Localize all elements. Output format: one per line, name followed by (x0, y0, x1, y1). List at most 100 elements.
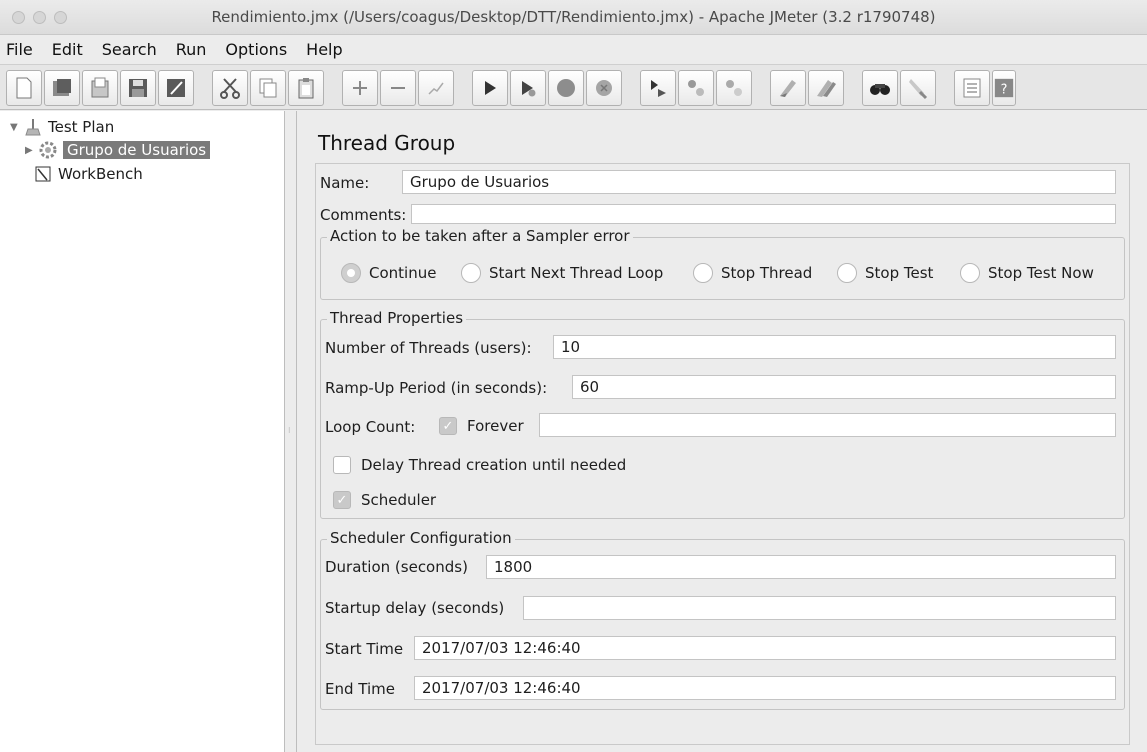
tree-node-test-plan-label: Test Plan (48, 118, 115, 136)
collapse-button[interactable] (380, 70, 416, 106)
radio-continue-dot[interactable] (341, 263, 361, 283)
tree-collapsed-arrow-icon[interactable]: ▶ (25, 145, 37, 156)
radio-start-next-thread-loop-dot[interactable] (461, 263, 481, 283)
name-input[interactable] (402, 170, 1116, 194)
toolbar: ? (0, 64, 1147, 110)
shutdown-button[interactable] (586, 70, 622, 106)
collapse-icon (391, 87, 405, 89)
tree-node-thread-group-label: Grupo de Usuarios (63, 141, 211, 159)
tree-node-workbench[interactable]: WorkBench (32, 163, 143, 185)
loop-count-input[interactable] (539, 413, 1116, 437)
paste-button[interactable] (288, 70, 324, 106)
start-no-pauses-button[interactable] (510, 70, 546, 106)
toggle-button[interactable] (418, 70, 454, 106)
sampler-error-action-group: Action to be taken after a Sampler error… (320, 227, 1125, 300)
scheduler-check-icon[interactable]: ✓ (333, 491, 351, 509)
menu-file[interactable]: File (6, 40, 33, 59)
end-time-input[interactable] (414, 676, 1116, 700)
radio-stop-test-now-dot[interactable] (960, 263, 980, 283)
comments-input[interactable] (411, 204, 1116, 224)
expand-icon (353, 81, 367, 95)
forever-label: Forever (467, 417, 524, 435)
menu-search[interactable]: Search (102, 40, 157, 59)
delay-thread-check-icon[interactable] (333, 456, 351, 474)
clear-button[interactable] (770, 70, 806, 106)
open-icon (91, 77, 109, 98)
menu-options[interactable]: Options (225, 40, 287, 59)
shutdown-icon (596, 80, 612, 96)
cut-button[interactable] (212, 70, 248, 106)
scheduler-configuration-legend: Scheduler Configuration (327, 529, 515, 547)
svg-text:?: ? (1001, 83, 1008, 98)
end-time-label: End Time (325, 680, 395, 698)
function-helper-button[interactable] (954, 70, 990, 106)
copy-button[interactable] (250, 70, 286, 106)
radio-stop-test[interactable]: Stop Test (837, 263, 933, 283)
start-time-input[interactable] (414, 636, 1116, 660)
radio-stop-thread-dot[interactable] (693, 263, 713, 283)
startup-delay-input[interactable] (523, 596, 1116, 620)
clear-all-icon (817, 80, 836, 97)
tree-expanded-arrow-icon[interactable]: ▼ (10, 122, 22, 133)
radio-continue-label: Continue (369, 264, 437, 282)
remote-shutdown-button[interactable] (716, 70, 752, 106)
threads-input[interactable] (553, 335, 1116, 359)
templates-button[interactable] (44, 70, 80, 106)
paste-icon (298, 78, 314, 99)
clear-all-button[interactable] (808, 70, 844, 106)
radio-start-next-thread-loop[interactable]: Start Next Thread Loop (461, 263, 663, 283)
scheduler-checkbox[interactable]: ✓ Scheduler (333, 491, 436, 509)
reset-search-icon (909, 79, 928, 100)
help-icon: ? (994, 78, 1014, 98)
search-button[interactable] (862, 70, 898, 106)
save-icon (129, 79, 147, 97)
remote-stop-button[interactable] (678, 70, 714, 106)
forever-check-icon[interactable]: ✓ (439, 417, 457, 435)
loop-count-label: Loop Count: (325, 418, 416, 436)
scheduler-label: Scheduler (361, 491, 437, 509)
tree-node-test-plan[interactable]: ▼ Test Plan (10, 116, 114, 138)
tree-node-thread-group[interactable]: ▶ Grupo de Usuarios (25, 139, 211, 161)
delay-thread-checkbox[interactable]: Delay Thread creation until needed (333, 456, 626, 474)
search-icon (870, 84, 890, 95)
window-title: Rendimiento.jmx (/Users/coagus/Desktop/D… (211, 8, 936, 26)
menu-run[interactable]: Run (176, 40, 207, 59)
remote-start-icon (651, 80, 666, 97)
save-button[interactable] (120, 70, 156, 106)
duration-input[interactable] (486, 555, 1116, 579)
open-button[interactable] (82, 70, 118, 106)
startup-delay-label: Startup delay (seconds) (325, 599, 505, 617)
forever-checkbox[interactable]: ✓ Forever (439, 417, 524, 435)
new-button[interactable] (6, 70, 42, 106)
start-time-label: Start Time (325, 640, 404, 658)
templates-icon (53, 79, 71, 96)
radio-stop-test-label: Stop Test (865, 264, 934, 282)
menu-edit[interactable]: Edit (52, 40, 83, 59)
test-plan-tree: ▼ Test Plan ▶ Grupo de Usuarios WorkBenc… (0, 111, 285, 752)
function-helper-icon (963, 78, 981, 98)
remote-shutdown-icon (726, 80, 742, 96)
save-as-button[interactable] (158, 70, 194, 106)
broom-icon (22, 117, 44, 137)
rampup-input[interactable] (572, 375, 1116, 399)
radio-stop-thread[interactable]: Stop Thread (693, 263, 812, 283)
expand-button[interactable] (342, 70, 378, 106)
panel-title: Thread Group (318, 131, 456, 155)
tree-node-workbench-label: WorkBench (58, 165, 143, 183)
radio-continue[interactable]: Continue (341, 263, 436, 283)
help-button[interactable]: ? (992, 70, 1016, 106)
workbench-icon (32, 164, 54, 184)
new-icon (16, 77, 32, 99)
clear-icon (780, 80, 796, 97)
menu-help[interactable]: Help (306, 40, 342, 59)
start-button[interactable] (472, 70, 508, 106)
stop-button[interactable] (548, 70, 584, 106)
thread-group-panel: Thread Group Name: Comments: Action to b… (298, 111, 1147, 752)
stop-icon (557, 79, 575, 97)
remote-start-button[interactable] (640, 70, 676, 106)
radio-stop-test-dot[interactable] (837, 263, 857, 283)
start-icon (485, 81, 496, 95)
threads-label: Number of Threads (users): (325, 339, 532, 357)
reset-search-button[interactable] (900, 70, 936, 106)
radio-stop-test-now[interactable]: Stop Test Now (960, 263, 1094, 283)
